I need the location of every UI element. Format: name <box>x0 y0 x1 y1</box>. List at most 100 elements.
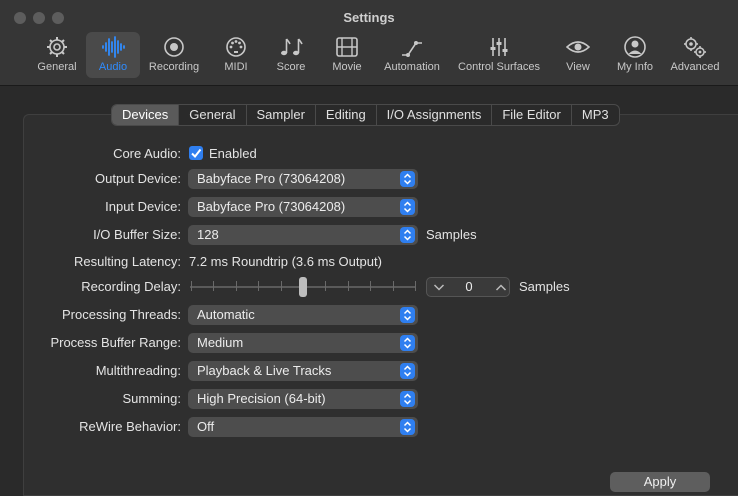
slider-tick <box>392 281 394 291</box>
popup-chevron <box>400 419 415 435</box>
toolbar-label: Recording <box>148 61 200 73</box>
toolbar-control-surfaces[interactable]: Control Surfaces <box>453 32 545 78</box>
popup-chevron <box>400 199 415 215</box>
title-bar: Settings General Audio Recording MIDI Sc… <box>0 0 738 86</box>
toolbar-recording[interactable]: Recording <box>145 32 203 78</box>
toolbar-advanced[interactable]: Advanced <box>666 32 724 78</box>
slider-tick <box>370 281 372 291</box>
up-down-chevron-icon <box>403 201 412 213</box>
recording-delay-label: Recording Delay: <box>81 279 181 294</box>
popup-chevron <box>400 363 415 379</box>
toolbar-general[interactable]: General <box>33 32 81 78</box>
buffer-size-value: 128 <box>197 227 219 242</box>
buffer-range-popup[interactable]: Medium <box>188 333 418 353</box>
toolbar-label: Advanced <box>670 61 720 73</box>
output-device-label: Output Device: <box>95 171 181 186</box>
audio-tabs: Devices General Sampler Editing I/O Assi… <box>111 104 620 126</box>
up-down-chevron-icon <box>403 173 412 185</box>
multithreading-popup[interactable]: Playback & Live Tracks <box>188 361 418 381</box>
multithreading-value: Playback & Live Tracks <box>197 363 332 378</box>
core-audio-label: Core Audio: <box>113 146 181 161</box>
music-notes-icon <box>281 38 303 56</box>
popup-chevron <box>400 307 415 323</box>
recording-delay-stepper[interactable]: 0 <box>426 277 510 297</box>
buffer-range-label: Process Buffer Range: <box>50 335 181 350</box>
chevron-up-icon[interactable] <box>495 283 507 292</box>
slider-tick <box>235 281 237 291</box>
latency-value: 7.2 ms Roundtrip (3.6 ms Output) <box>189 254 382 269</box>
toolbar-label: View <box>566 61 590 73</box>
slider-tick <box>258 281 260 291</box>
tab-devices[interactable]: Devices <box>112 105 180 125</box>
buffer-range-value: Medium <box>197 335 244 350</box>
up-down-chevron-icon <box>403 229 412 241</box>
up-down-chevron-icon <box>403 309 412 321</box>
chevron-down-icon[interactable] <box>433 283 445 292</box>
record-icon <box>164 37 184 57</box>
toolbar-audio[interactable]: Audio <box>86 32 140 78</box>
rewire-label: ReWire Behavior: <box>79 419 181 434</box>
processing-threads-value: Automatic <box>197 307 255 322</box>
rewire-popup[interactable]: Off <box>188 417 418 437</box>
popup-chevron <box>400 391 415 407</box>
up-down-chevron-icon <box>403 337 412 349</box>
tab-mp3[interactable]: MP3 <box>572 105 619 125</box>
person-icon <box>624 36 646 58</box>
film-icon <box>336 37 358 57</box>
toolbar-label: MIDI <box>224 61 248 73</box>
output-device-popup[interactable]: Babyface Pro (73064208) <box>188 169 418 189</box>
toolbar-view[interactable]: View <box>558 32 598 78</box>
processing-threads-label: Processing Threads: <box>62 307 181 322</box>
slider-tick <box>213 281 215 291</box>
output-device-value: Babyface Pro (73064208) <box>197 171 346 186</box>
eye-icon <box>566 41 590 53</box>
input-device-popup[interactable]: Babyface Pro (73064208) <box>188 197 418 217</box>
toolbar-score[interactable]: Score <box>269 32 313 78</box>
up-down-chevron-icon <box>403 365 412 377</box>
tab-io-assignments[interactable]: I/O Assignments <box>377 105 493 125</box>
toolbar-label: My Info <box>616 61 654 73</box>
latency-label: Resulting Latency: <box>74 254 181 269</box>
waveform-icon <box>102 36 125 58</box>
tab-general[interactable]: General <box>179 105 247 125</box>
popup-chevron <box>400 335 415 351</box>
slider-tick <box>280 281 282 291</box>
tab-editing[interactable]: Editing <box>316 105 377 125</box>
toolbar-label: Audio <box>98 61 128 73</box>
toolbar-my-info[interactable]: My Info <box>611 32 659 78</box>
tab-file-editor[interactable]: File Editor <box>492 105 572 125</box>
toolbar-midi[interactable]: MIDI <box>214 32 258 78</box>
toolbar-label: General <box>37 61 77 73</box>
recording-delay-slider-knob[interactable] <box>299 277 307 297</box>
tab-sampler[interactable]: Sampler <box>247 105 316 125</box>
toolbar-label: Score <box>276 61 306 73</box>
checkmark-icon <box>191 148 202 159</box>
gear-icon <box>47 37 67 57</box>
buffer-size-popup[interactable]: 128 <box>188 225 418 245</box>
core-audio-value: Enabled <box>209 146 257 161</box>
summing-popup[interactable]: High Precision (64-bit) <box>188 389 418 409</box>
gears-icon <box>684 37 706 58</box>
apply-button[interactable]: Apply <box>610 472 710 492</box>
toolbar-label: Control Surfaces <box>458 61 540 73</box>
popup-chevron <box>400 171 415 187</box>
summing-label: Summing: <box>122 391 181 406</box>
recording-delay-unit: Samples <box>519 279 570 294</box>
slider-tick <box>191 281 192 291</box>
slider-tick <box>347 281 349 291</box>
up-down-chevron-icon <box>403 393 412 405</box>
automation-curve-icon <box>402 41 422 57</box>
toolbar-automation[interactable]: Automation <box>380 32 444 78</box>
summing-value: High Precision (64-bit) <box>197 391 326 406</box>
toolbar-movie[interactable]: Movie <box>325 32 369 78</box>
midi-port-icon <box>226 37 246 57</box>
core-audio-checkbox[interactable] <box>189 146 203 160</box>
buffer-size-unit: Samples <box>426 227 477 242</box>
faders-icon <box>490 38 508 56</box>
toolbar-label: Automation <box>384 61 440 73</box>
input-device-label: Input Device: <box>105 199 181 214</box>
buffer-size-label: I/O Buffer Size: <box>93 227 181 242</box>
up-down-chevron-icon <box>403 421 412 433</box>
processing-threads-popup[interactable]: Automatic <box>188 305 418 325</box>
recording-delay-value[interactable]: 0 <box>457 279 481 294</box>
